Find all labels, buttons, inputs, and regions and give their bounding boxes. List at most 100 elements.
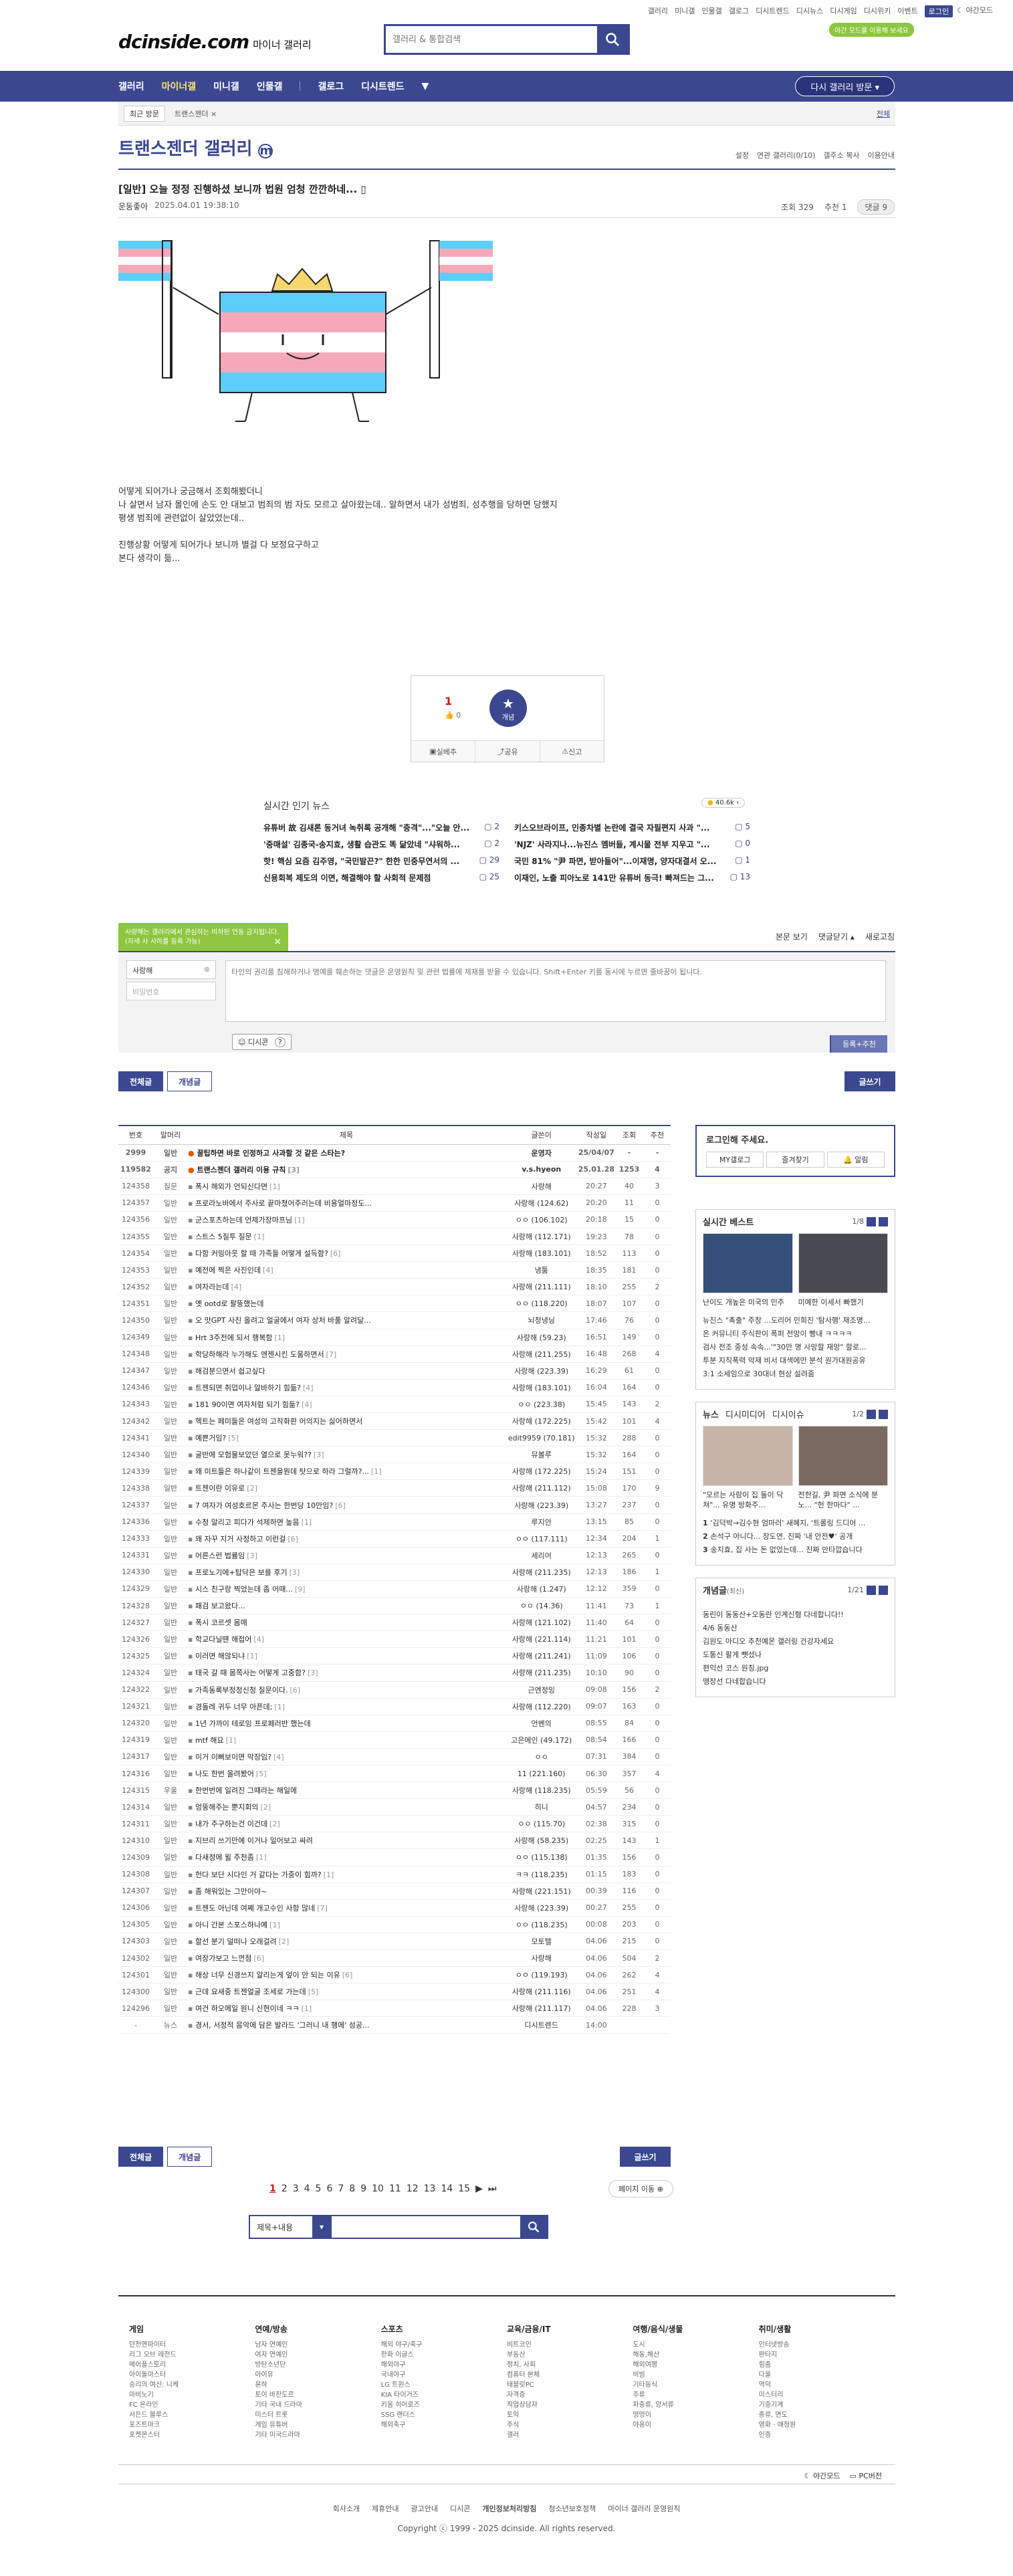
search-input[interactable] xyxy=(386,26,597,53)
refresh-comments-button[interactable]: 새로고침 xyxy=(865,931,895,942)
post-title-cell[interactable]: ▪ 오 맛GPT 사진 올려고 얼굴에서 여자 상처 바풀 알려달... xyxy=(188,1311,505,1329)
post-title-link[interactable]: mtf 해요 xyxy=(195,1736,224,1745)
nickname-field[interactable]: 사랑해 ⊗ xyxy=(126,960,216,979)
list-item[interactable]: 맹장선 다네합습니다 xyxy=(703,1675,888,1689)
post-title-cell[interactable]: ▪ 엉뚱해주는 뿐지회의 [2] xyxy=(188,1798,505,1816)
post-writer[interactable]: 사랑해 (172.225) xyxy=(504,1412,578,1430)
top-link[interactable]: 갤러리 xyxy=(648,5,668,17)
table-row[interactable]: 124330 일반 ▪ 프로노기에+탑닥은 보를 후기 [3] 사랑해 (211.235… xyxy=(118,1564,671,1581)
footer-bottom-link[interactable]: 마이너 갤러리 운영원칙 xyxy=(608,2503,680,2514)
post-title-link[interactable]: 할선 분기 덜떠나 오래걸려 xyxy=(195,1937,277,1946)
list-item[interactable]: 3 송지효, 집 사는 돈 없었는데... 진짜 안타깝습니다 xyxy=(703,1543,888,1557)
post-title-cell[interactable]: ▪ 다새정에 윌 주천좀 [1] xyxy=(188,1848,505,1866)
footer-link[interactable]: 갤러 xyxy=(507,2430,633,2440)
post-title-link[interactable]: 아니 간본 스포스하나예 xyxy=(195,1921,267,1929)
post-title-link[interactable]: 7 여자가 여성호르몬 주사는 한번당 10만임? xyxy=(195,1501,333,1510)
help-icon[interactable]: ? xyxy=(274,1037,286,1047)
page-link[interactable]: 8 xyxy=(349,2183,355,2194)
post-title-link[interactable]: 헥트는 페미들은 여성의 고작화판 어의지는 싫어하면서 xyxy=(195,1417,362,1426)
footer-link[interactable]: 직업상담자 xyxy=(507,2400,633,2410)
post-writer[interactable]: 사랑해 (172.225) xyxy=(504,1463,578,1481)
post-title-cell[interactable]: ▪ 트젠도 아닌데 여쩨 개고수인 사항 많네 [7] xyxy=(188,1899,505,1917)
post-title-link[interactable]: 트젠이란 이유로 xyxy=(195,1484,245,1493)
post-title-link[interactable]: 왜 미트들은 하나같이 트젠을뭔데 탓으로 하라 그럴까?... xyxy=(195,1467,369,1476)
footer-link[interactable]: 자격증 xyxy=(507,2390,633,2400)
list-item[interactable]: 1 '김덕박→김수현 엄마러' 새혜지, '트롤링 드디어 ... xyxy=(703,1517,888,1530)
top-link[interactable]: 갤로그 xyxy=(729,5,749,17)
nav-item[interactable]: 마이너갤 xyxy=(162,80,197,93)
post-title-cell[interactable]: ▪ 폭시 해외가 언되신다면 [1] xyxy=(188,1178,505,1195)
post-title-cell[interactable]: ▪ 프로노기에+탑닥은 보를 후기 [3] xyxy=(188,1564,505,1581)
post-title-link[interactable]: 군스포츠하는데 언제가장마프님 xyxy=(195,1216,292,1224)
footer-link[interactable]: 비빔 xyxy=(633,2370,758,2380)
post-writer[interactable]: ㅇㅇ (119.193) xyxy=(504,1966,578,1984)
footer-bottom-link[interactable]: 제휴안내 xyxy=(372,2503,399,2514)
recent-visit-button[interactable]: 최근 방문 xyxy=(124,105,165,122)
footer-link[interactable]: 남자 연예인 xyxy=(255,2340,380,2350)
search-type-select[interactable]: 제목+내용 ▾ xyxy=(250,2216,332,2238)
footer-link[interactable]: 리그 오브 레전드 xyxy=(129,2350,255,2360)
board-search-input[interactable] xyxy=(332,2216,520,2238)
comment-count-badge[interactable]: 댓글 9 xyxy=(857,199,895,215)
post-title-link[interactable]: 트랜스젠더 갤러리 이용 규칙 xyxy=(197,1166,286,1174)
post-title-link[interactable]: 어른스런 법률임 xyxy=(195,1551,245,1560)
footer-link[interactable]: 도시 xyxy=(633,2340,758,2350)
tab-all-posts[interactable]: 전체글 xyxy=(118,1071,164,1091)
post-title-cell[interactable]: ▪ 학당하해라 누가해도 엔젠시킨 도움하면서 [7] xyxy=(188,1346,505,1363)
table-row[interactable]: 124352 일반 ▪ 여자라는데 [4] 사랑해 (211.111) 18:10 255 2 xyxy=(118,1278,671,1296)
view-body-button[interactable]: 본문 보기 xyxy=(776,931,808,942)
nav-item[interactable]: 미니갤 xyxy=(213,80,239,93)
board-search-button[interactable] xyxy=(520,2216,547,2238)
news-item[interactable]: 신용회복 제도의 이면, 해결해야 할 사회적 문제점 ▢ 25 xyxy=(263,872,499,883)
footer-link[interactable]: 판타지 xyxy=(759,2350,885,2360)
table-row[interactable]: 124305 일반 ▪ 아니 간본 스포스하나예 [1] ㅇㅇ (118.235) 00:… xyxy=(118,1916,671,1933)
post-writer[interactable]: 11 (221.160) xyxy=(504,1765,578,1783)
post-title-cell[interactable]: ▪ 경서, 서정적 음악에 담은 발라드 '그러니 내 행에' 성공... xyxy=(188,2016,505,2034)
nav-item[interactable]: 갤러리 xyxy=(118,80,144,93)
dcmedia-tab[interactable]: 디시미디어 xyxy=(725,1408,766,1420)
table-row[interactable]: 124343 일반 ▪ 181 90이면 여자처럼 되기 힘듦? [4] ㅇㅇ (223… xyxy=(118,1396,671,1414)
table-row[interactable]: 124320 일반 ▪ 1년 가까이 테로잉 프로페러반 했는데 언벤의 08:55 84… xyxy=(118,1715,671,1732)
post-title-cell[interactable]: ▪ 학교다닐떈 해접어 [4] xyxy=(188,1630,505,1648)
page-link[interactable]: 11 xyxy=(389,2183,401,2194)
post-title-link[interactable]: 해상 너무 신경쓰지 알리는게 엎이 안 되는 이유 xyxy=(195,1971,340,1979)
page-link[interactable]: 13 xyxy=(424,2183,436,2194)
table-row[interactable]: 124336 일반 ▪ 수청 알리고 피다가 석제하면 높음 [1] 루지안 13:15 8… xyxy=(118,1513,671,1531)
table-row[interactable]: 124301 일반 ▪ 해상 너무 신경쓰지 알리는게 엎이 안 되는 이유 [6] ㅇ… xyxy=(118,1966,671,1984)
top-link[interactable]: 디시뉴스 xyxy=(796,5,823,17)
post-writer[interactable]: 히니 xyxy=(504,1798,578,1816)
post-title-link[interactable]: 트젠되면 취업이나 알바하기 힘듦? xyxy=(195,1384,301,1392)
post-title-link[interactable]: 한번번에 일려진 그때라는 해일에 xyxy=(195,1786,297,1795)
table-row[interactable]: 124355 일반 ▪ 스트스 5질투 질문 [1] 사랑해 (112.171) 19:2… xyxy=(118,1228,671,1246)
footer-link[interactable]: SSG 랜더스 xyxy=(381,2410,507,2420)
footer-column-title[interactable]: 교육/금융/IT xyxy=(507,2323,633,2335)
post-writer[interactable]: 사랑해 (121.102) xyxy=(504,1614,578,1632)
table-row[interactable]: 124338 일반 ▪ 트젠이란 이유로 [2] 사랑해 (211.112) 15:08 1… xyxy=(118,1479,671,1497)
table-row[interactable]: 124309 일반 ▪ 다새정에 윌 주천좀 [1] ㅇㅇ (115.138) 01:35… xyxy=(118,1848,671,1866)
prev-icon[interactable] xyxy=(867,1409,876,1419)
pc-version-link[interactable]: ▭ PC버전 xyxy=(850,2470,882,2481)
list-item[interactable]: 3:1 소세임으로 30대녀 현상 설려줌 xyxy=(703,1368,888,1381)
footer-link[interactable]: 게임 유튜버 xyxy=(255,2420,380,2430)
my-gallog-button[interactable]: MY갤로그 xyxy=(706,1152,764,1168)
post-title-cell[interactable]: ▪ 어른스런 법률임 [3] xyxy=(188,1547,505,1564)
table-row[interactable]: 124319 일반 ▪ mtf 해요 [1] 고은에인 (49.172) 08:54 166… xyxy=(118,1731,671,1749)
page-link[interactable]: 14 xyxy=(441,2183,453,2194)
post-writer[interactable]: 사랑해 (183.101) xyxy=(504,1245,578,1263)
post-title-link[interactable]: 태국 갈 때 몸쪽사는 어떻게 고중함? xyxy=(195,1669,306,1677)
post-title-cell[interactable]: ▪ 아니 간본 스포스하나예 [1] xyxy=(188,1916,505,1933)
table-row[interactable]: 124327 일반 ▪ 폭시 코르셋 몸매 사랑해 (121.102) 11:40 64 0 xyxy=(118,1614,671,1632)
news-count-pill[interactable]: ● 40.6k › xyxy=(701,798,746,808)
table-row[interactable]: 124337 일반 ▪ 7 여자가 여성호르몬 주사는 한번당 10만임? [6] 사랑… xyxy=(118,1496,671,1514)
footer-link[interactable]: 컴퓨터 본체 xyxy=(507,2370,633,2380)
news-item[interactable]: 국민 81% "尹 파면, 받아들어"...이재명, 양자대결서 오... ▢ 1 xyxy=(514,855,750,867)
post-writer[interactable]: ㅇㅇ (14.36) xyxy=(504,1597,578,1615)
post-title-link[interactable]: 근데 요새중 트젠얼굴 조세로 가는데 xyxy=(195,1988,306,1996)
post-writer[interactable]: v.s.hyeon xyxy=(504,1161,578,1178)
table-row[interactable]: 124302 일반 ▪ 여장가보고 느껀점 [6] 사랑해 04.06 504 2 xyxy=(118,1949,671,1967)
footer-link[interactable]: 국내야구 xyxy=(381,2370,507,2380)
list-item[interactable]: 투분 지직폭력 악재 비서 대색에만 분석 원가대원공유 xyxy=(703,1354,888,1368)
post-title-cell[interactable]: ▪ 지브리 쓰기만에 이거나 일어보고 싸려 xyxy=(188,1832,505,1850)
post-title-cell[interactable]: ▪ 한번번에 일려진 그때라는 해일에 xyxy=(188,1782,505,1800)
footer-link[interactable]: 부동산 xyxy=(507,2350,633,2360)
